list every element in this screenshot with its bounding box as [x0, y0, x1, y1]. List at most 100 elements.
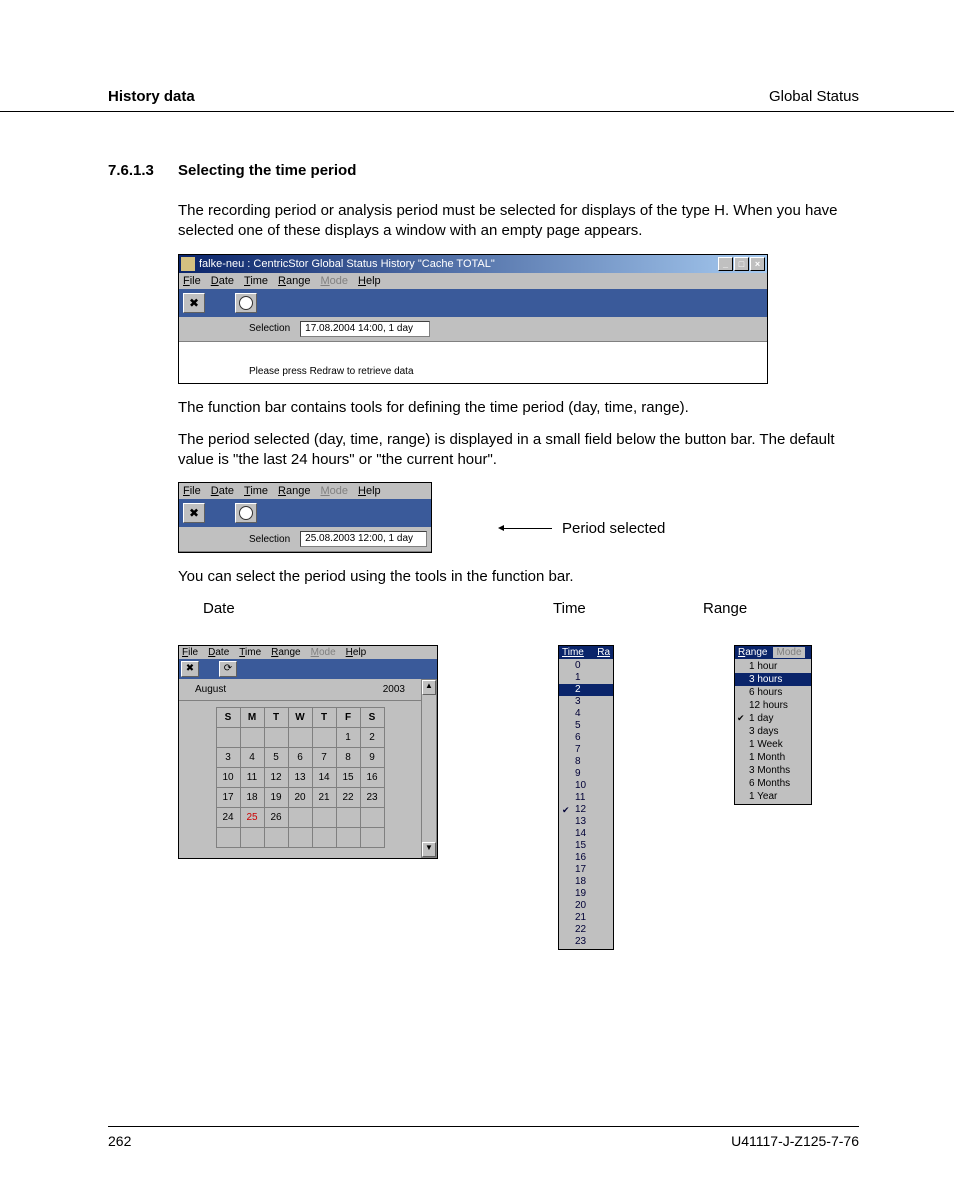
- time-option[interactable]: 2: [559, 684, 613, 696]
- time-option[interactable]: 10: [559, 780, 613, 792]
- menu-file[interactable]: File: [183, 485, 201, 497]
- range-option[interactable]: 3 Months: [735, 764, 811, 777]
- calendar-day[interactable]: 17: [216, 787, 240, 807]
- calendar-scrollbar[interactable]: ▲ ▼: [421, 679, 437, 858]
- menu-help[interactable]: Help: [346, 647, 367, 658]
- menu-date[interactable]: Date: [211, 275, 234, 287]
- range-option[interactable]: 12 hours: [735, 699, 811, 712]
- menu-file[interactable]: File: [182, 647, 198, 658]
- time-option[interactable]: 5: [559, 720, 613, 732]
- calendar-day[interactable]: 8: [336, 747, 360, 767]
- menu-time[interactable]: Time: [244, 275, 268, 287]
- calendar-day[interactable]: 12: [264, 767, 288, 787]
- menu-range[interactable]: Range: [278, 485, 310, 497]
- time-option[interactable]: 23: [559, 936, 613, 948]
- time-option[interactable]: 13: [559, 816, 613, 828]
- selection-field[interactable]: 25.08.2003 12:00, 1 day: [300, 531, 427, 547]
- time-option[interactable]: 21: [559, 912, 613, 924]
- window-title: falke-neu : CentricStor Global Status Hi…: [199, 258, 718, 270]
- scroll-up-icon[interactable]: ▲: [422, 680, 436, 695]
- calendar-day[interactable]: 21: [312, 787, 336, 807]
- time-option[interactable]: 19: [559, 888, 613, 900]
- menu-range[interactable]: Range: [271, 647, 300, 658]
- calendar-day[interactable]: 2: [360, 727, 384, 747]
- time-option[interactable]: 16: [559, 852, 613, 864]
- menu-date[interactable]: Date: [211, 485, 234, 497]
- clear-button[interactable]: ✖: [181, 661, 199, 677]
- range-option[interactable]: 6 Months: [735, 777, 811, 790]
- time-option[interactable]: 4: [559, 708, 613, 720]
- calendar-day[interactable]: 1: [336, 727, 360, 747]
- clear-button[interactable]: [183, 503, 205, 523]
- range-option[interactable]: 1 hour: [735, 660, 811, 673]
- time-option[interactable]: 1: [559, 672, 613, 684]
- calendar-day[interactable]: 6: [288, 747, 312, 767]
- time-option[interactable]: 22: [559, 924, 613, 936]
- menu-time[interactable]: Time: [239, 647, 261, 658]
- menu-file[interactable]: File: [183, 275, 201, 287]
- page-header: History data Global Status: [0, 0, 954, 112]
- redraw-button[interactable]: ⟳: [219, 661, 237, 677]
- calendar-day[interactable]: 10: [216, 767, 240, 787]
- time-option[interactable]: 17: [559, 864, 613, 876]
- time-option[interactable]: 15: [559, 840, 613, 852]
- range-option[interactable]: 3 days: [735, 725, 811, 738]
- calendar-day[interactable]: 23: [360, 787, 384, 807]
- maximize-button[interactable]: □: [734, 257, 749, 271]
- calendar-day: [288, 807, 312, 827]
- calendar-day[interactable]: 7: [312, 747, 336, 767]
- range-option[interactable]: 1 Month: [735, 751, 811, 764]
- redraw-button[interactable]: [235, 503, 257, 523]
- range-option[interactable]: 6 hours: [735, 686, 811, 699]
- calendar-day[interactable]: 11: [240, 767, 264, 787]
- calendar-day[interactable]: 15: [336, 767, 360, 787]
- calendar-day[interactable]: 5: [264, 747, 288, 767]
- time-option[interactable]: 12: [559, 804, 613, 816]
- calendar-day: [264, 827, 288, 847]
- calendar-day[interactable]: 19: [264, 787, 288, 807]
- calendar-day[interactable]: 25: [240, 807, 264, 827]
- time-option[interactable]: 0: [559, 660, 613, 672]
- menu-time[interactable]: Time: [244, 485, 268, 497]
- calendar-day[interactable]: 14: [312, 767, 336, 787]
- redraw-button[interactable]: [235, 293, 257, 313]
- calendar-day[interactable]: 22: [336, 787, 360, 807]
- calendar-day[interactable]: 3: [216, 747, 240, 767]
- window-selection-example: FileDateTimeRangeModeHelp Selection 25.0…: [178, 482, 432, 553]
- time-option[interactable]: 20: [559, 900, 613, 912]
- range-menu-label[interactable]: Range: [738, 647, 767, 658]
- menu-help[interactable]: Help: [358, 485, 381, 497]
- close-button[interactable]: ×: [750, 257, 765, 271]
- calendar-day[interactable]: 20: [288, 787, 312, 807]
- calendar-day[interactable]: 9: [360, 747, 384, 767]
- range-option[interactable]: 1 Year: [735, 790, 811, 803]
- calendar-day[interactable]: 24: [216, 807, 240, 827]
- time-option[interactable]: 9: [559, 768, 613, 780]
- range-option[interactable]: 1 day: [735, 712, 811, 725]
- time-option[interactable]: 18: [559, 876, 613, 888]
- header-left: History data: [108, 88, 195, 105]
- calendar-day[interactable]: 18: [240, 787, 264, 807]
- menu-help[interactable]: Help: [358, 275, 381, 287]
- paragraph-2: The function bar contains tools for defi…: [178, 398, 859, 418]
- minimize-button[interactable]: _: [718, 257, 733, 271]
- section-number: 7.6.1.3: [108, 162, 178, 179]
- time-option[interactable]: 6: [559, 732, 613, 744]
- time-option[interactable]: 3: [559, 696, 613, 708]
- range-option[interactable]: 1 Week: [735, 738, 811, 751]
- calendar-day[interactable]: 13: [288, 767, 312, 787]
- clear-button[interactable]: [183, 293, 205, 313]
- calendar-day[interactable]: 4: [240, 747, 264, 767]
- calendar-day[interactable]: 16: [360, 767, 384, 787]
- menu-date[interactable]: Date: [208, 647, 229, 658]
- menu-range[interactable]: Range: [278, 275, 310, 287]
- time-option[interactable]: 7: [559, 744, 613, 756]
- selection-field[interactable]: 17.08.2004 14:00, 1 day: [300, 321, 430, 337]
- scroll-down-icon[interactable]: ▼: [422, 842, 436, 857]
- time-option[interactable]: 11: [559, 792, 613, 804]
- calendar-day[interactable]: 26: [264, 807, 288, 827]
- page-footer: 262 U41117-J-Z125-7-76: [108, 1126, 859, 1149]
- time-option[interactable]: 8: [559, 756, 613, 768]
- time-option[interactable]: 14: [559, 828, 613, 840]
- range-option[interactable]: 3 hours: [735, 673, 811, 686]
